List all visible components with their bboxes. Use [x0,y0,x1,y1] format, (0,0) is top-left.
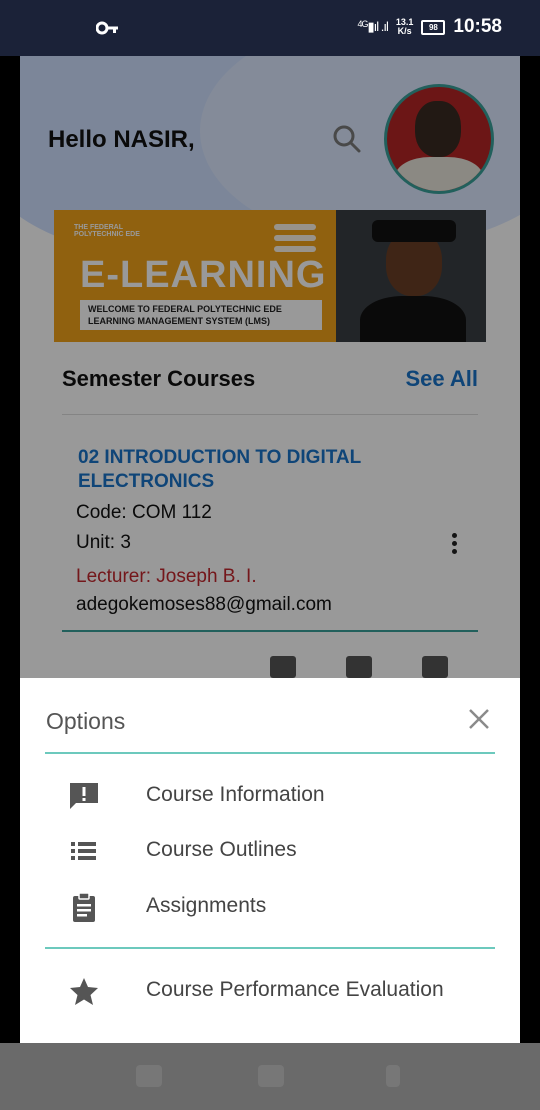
clipboard-icon [68,892,100,922]
close-icon[interactable] [464,704,494,734]
sheet-title: Options [46,708,126,734]
option-label: Assignments [146,894,267,917]
nav-camera-icon[interactable] [258,1065,284,1087]
network-type: 4G [357,19,368,29]
option-label: Course Information [146,783,325,806]
option-course-outlines[interactable]: Course Outlines [20,824,520,878]
alert-message-icon [68,781,100,811]
option-label: Course Outlines [146,838,297,861]
clock: 10:58 [453,16,502,37]
speed-unit: K/s [397,26,412,36]
options-bottom-sheet: Options Course Information Course Outlin… [20,678,520,1043]
list-icon [68,836,100,866]
sheet-divider-top [45,752,495,754]
battery-icon: 98 [421,19,446,35]
status-bar: 4G▮ıl .ıl 13.1 K/s 98 10:58 [0,0,540,56]
key-icon [95,18,120,41]
bottom-navigation [0,1043,540,1110]
star-icon [68,976,100,1006]
network-signal: 4G▮ıl .ıl [357,19,388,34]
option-assignments[interactable]: Assignments [20,880,520,934]
nav-book-icon[interactable] [136,1065,162,1087]
option-label: Course Performance Evaluation [146,978,444,1001]
option-course-performance-evaluation[interactable]: Course Performance Evaluation [20,964,520,1018]
sheet-divider-bottom [45,947,495,949]
data-speed: 13.1 K/s [396,18,414,36]
nav-phone-icon[interactable] [386,1065,400,1087]
option-course-information[interactable]: Course Information [20,769,520,823]
status-indicators: 4G▮ıl .ıl 13.1 K/s 98 10:58 [357,16,502,38]
